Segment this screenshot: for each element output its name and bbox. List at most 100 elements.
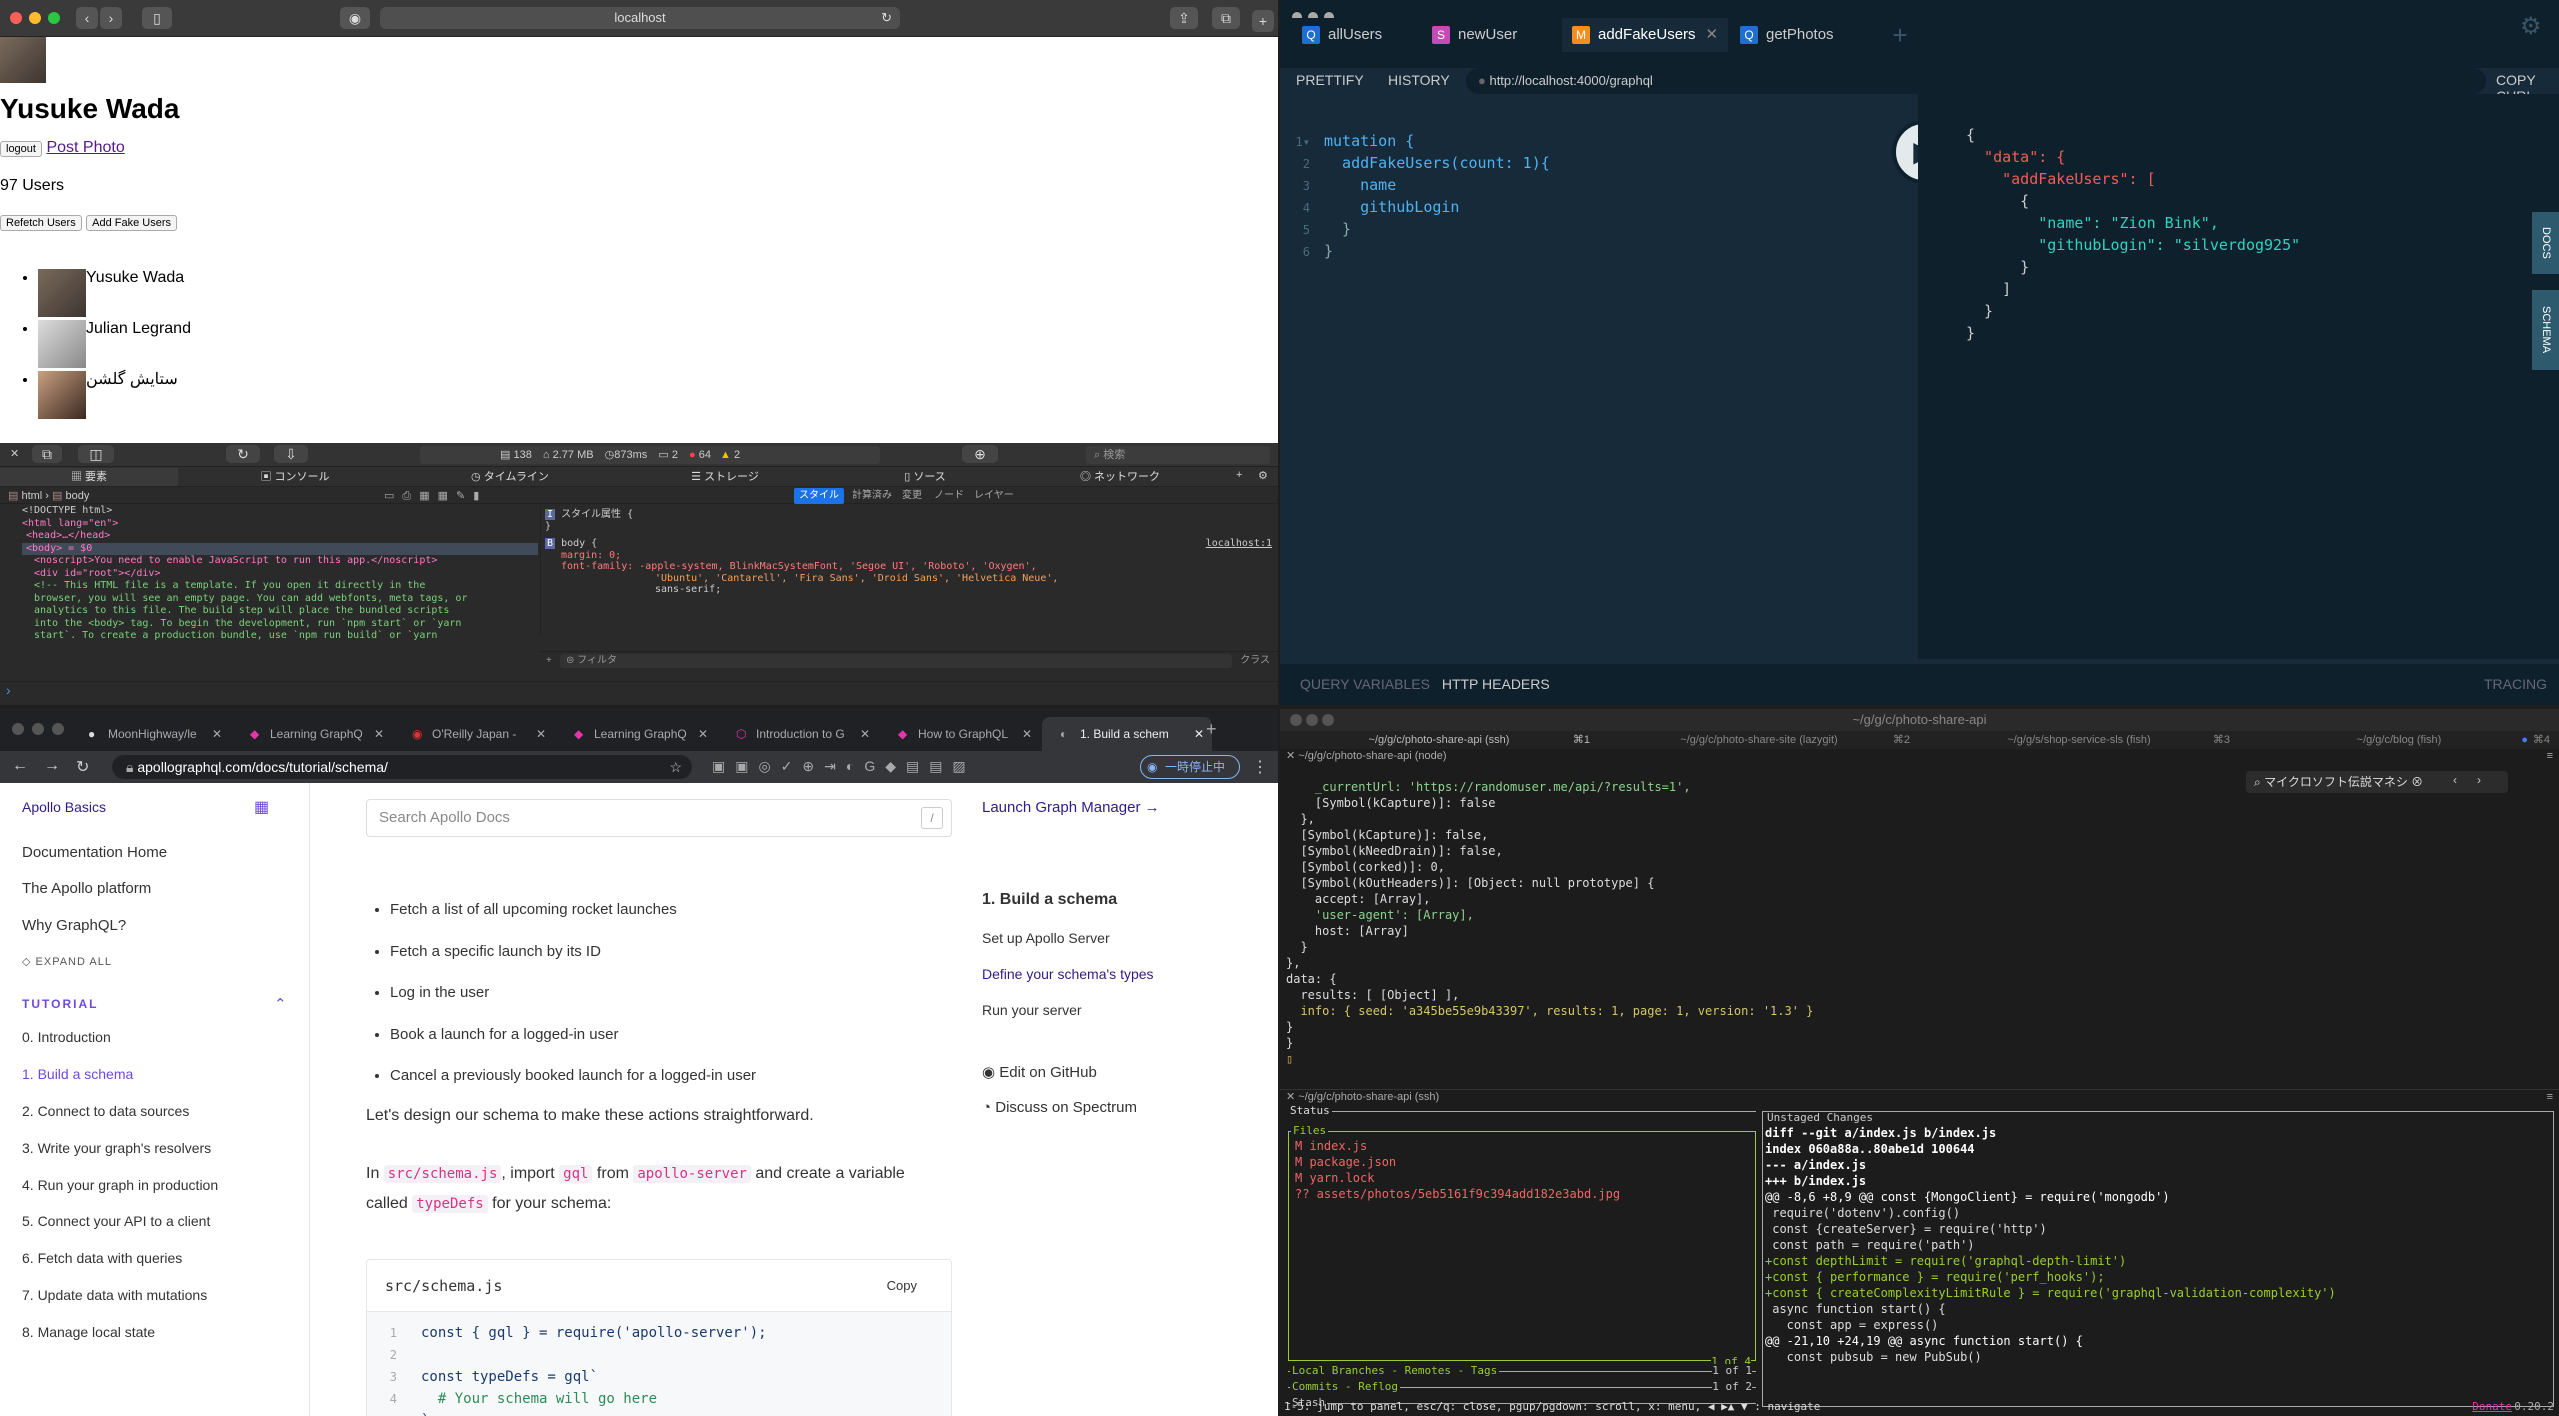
sidebar-link[interactable]: Why GraphQL? xyxy=(22,917,126,934)
sidebar-item[interactable]: 8. Manage local state xyxy=(22,1324,155,1340)
class-toggle[interactable]: クラス xyxy=(1240,652,1270,670)
tabs-icon[interactable]: ⧉ xyxy=(1212,7,1240,29)
tab-elements[interactable]: ▦ 要素 xyxy=(0,468,178,486)
file-item[interactable]: M package.json xyxy=(1295,1154,1755,1170)
tab-node[interactable]: ノード xyxy=(934,488,964,504)
browser-tab-active[interactable]: ◐ 1. Build a schem ✕ xyxy=(1042,717,1212,751)
forward-icon[interactable]: → xyxy=(44,757,60,775)
reload-icon[interactable]: ↻ xyxy=(881,7,892,29)
dom-tools-icons[interactable]: ▭⎙▦▦✎▮ xyxy=(384,488,487,504)
breadcrumb-body[interactable]: body xyxy=(66,490,90,502)
dom-line[interactable]: <div id="root"></div> xyxy=(22,568,538,581)
endpoint-input[interactable]: ● http://localhost:4000/graphql xyxy=(1466,68,2486,94)
toc-item-active[interactable]: Define your schema's types xyxy=(982,966,1154,982)
copy-button[interactable]: Copy xyxy=(887,1260,917,1312)
close-pane-icon[interactable]: ✕ xyxy=(1286,750,1295,762)
add-fake-users-button[interactable]: Add Fake Users xyxy=(86,215,178,231)
tab-getphotos[interactable]: QgetPhotos xyxy=(1730,18,1870,52)
lazygit-status[interactable]: Status xyxy=(1288,1104,1756,1127)
tab-console[interactable]: ▣ コンソール xyxy=(180,468,410,486)
chevron-up-icon[interactable]: ⌃ xyxy=(274,995,287,1013)
sidebar-item[interactable]: 6. Fetch data with queries xyxy=(22,1250,182,1266)
logout-button[interactable]: logout xyxy=(0,141,42,157)
sidebar-item[interactable]: 7. Update data with mutations xyxy=(22,1287,207,1303)
sidebar-item[interactable]: 2. Connect to data sources xyxy=(22,1103,189,1119)
forward-icon[interactable]: › xyxy=(100,7,122,29)
launch-graph-manager-link[interactable]: Launch Graph Manager → xyxy=(982,799,1160,816)
donate-link[interactable]: Donate xyxy=(2472,1400,2512,1414)
lazygit-commits[interactable]: Commits - Reflog 1 of 2 xyxy=(1288,1380,1756,1393)
browser-tab[interactable]: ◆ How to GraphQL ✕ xyxy=(880,717,1040,751)
file-item[interactable]: M index.js xyxy=(1295,1138,1755,1154)
settings-icon[interactable]: ⚙ xyxy=(1258,469,1268,482)
file-item[interactable]: M yarn.lock xyxy=(1295,1170,1755,1186)
close-tab-icon[interactable]: ✕ xyxy=(212,717,222,751)
close-inspector-icon[interactable]: ✕ xyxy=(10,447,19,460)
download-icon[interactable]: ⇩ xyxy=(274,445,308,463)
back-icon[interactable]: ← xyxy=(12,757,28,775)
docs-search-input[interactable]: Search Apollo Docs / xyxy=(366,799,952,837)
find-next-icon[interactable]: › xyxy=(2477,773,2481,787)
zoom-window-button[interactable] xyxy=(48,12,60,24)
toc-item[interactable]: Run your server xyxy=(982,1002,1082,1018)
find-prev-icon[interactable]: ‹ xyxy=(2453,773,2457,787)
tutorial-section[interactable]: TUTORIAL xyxy=(22,997,98,1011)
style-filter-input[interactable]: ⊜ フィルタ xyxy=(560,654,1232,668)
lazygit-files[interactable]: Files M index.js M package.json M yarn.l… xyxy=(1288,1124,1756,1368)
minimize-window-button[interactable] xyxy=(1306,714,1318,726)
lazygit-diff[interactable]: Unstaged Changes diff --git a/index.js b… xyxy=(1762,1111,2554,1407)
dom-line[interactable]: <noscript>You need to enable JavaScript … xyxy=(22,555,538,568)
sidebar-brand[interactable]: Apollo Basics xyxy=(22,799,106,815)
tracing-tab[interactable]: TRACING xyxy=(2484,664,2547,705)
close-pane-icon[interactable]: ✕ xyxy=(1286,1091,1295,1103)
discuss-spectrum-link[interactable]: ◔ Discuss on Spectrum xyxy=(982,1099,1137,1116)
expand-all-button[interactable]: ◇ EXPAND ALL xyxy=(22,955,112,968)
inspector-search[interactable]: ⌕ 検索 xyxy=(1086,446,1270,464)
refetch-users-button[interactable]: Refetch Users xyxy=(0,215,82,231)
profile-paused-button[interactable]: ◉ 一時停止中 xyxy=(1140,755,1240,779)
close-tab-icon[interactable]: ✕ xyxy=(698,717,708,751)
tab-changes[interactable]: 変更 xyxy=(902,488,922,504)
share-icon[interactable]: ⇪ xyxy=(1170,7,1198,29)
add-rule-icon[interactable]: + xyxy=(546,655,552,666)
edit-github-link[interactable]: ◉ Edit on GitHub xyxy=(982,1063,1097,1081)
sidebar-icon[interactable]: ▯ xyxy=(142,7,172,29)
tab-storage[interactable]: ☰ ストレージ xyxy=(610,468,840,486)
address-bar[interactable]: localhost ↻ xyxy=(380,7,900,29)
omnibox[interactable]: 🔒︎ apollographql.com/docs/tutorial/schem… xyxy=(112,755,692,779)
docs-tab[interactable]: DOCS xyxy=(2532,212,2559,274)
browser-tab[interactable]: ◆ Learning GraphQ ✕ xyxy=(232,717,392,751)
close-tab-icon[interactable]: ✕ xyxy=(1706,26,1719,43)
close-tab-icon[interactable]: ✕ xyxy=(1194,717,1204,751)
close-tab-icon[interactable]: ✕ xyxy=(1022,717,1032,751)
pane-menu-icon[interactable]: ≡ xyxy=(2547,1090,2553,1104)
query-variables-tab[interactable]: QUERY VARIABLES xyxy=(1300,676,1430,692)
tab-newuser[interactable]: SnewUser xyxy=(1422,18,1552,52)
layout-icon[interactable]: ◫ xyxy=(78,445,114,463)
clear-icon[interactable]: ⊗ xyxy=(2411,775,2423,789)
sidebar-link[interactable]: The Apollo platform xyxy=(22,880,151,897)
extension-icons[interactable]: ▣▣◎✓⊕⇥◐G◆▤▤▨ xyxy=(712,758,1132,776)
dom-line[interactable]: <!DOCTYPE html> xyxy=(22,505,538,518)
new-tab-icon[interactable]: + xyxy=(1206,719,1217,740)
close-window-button[interactable] xyxy=(1290,714,1302,726)
terminal-tab[interactable]: ~/g/g/c/photo-share-api (ssh) ⌘1 xyxy=(1280,731,1598,749)
rule-source-link[interactable]: localhost:1 xyxy=(1206,538,1272,550)
minimize-window-button[interactable] xyxy=(29,12,41,24)
close-tab-icon[interactable]: ✕ xyxy=(860,717,870,751)
toc-item[interactable]: Set up Apollo Server xyxy=(982,930,1110,946)
tab-addfakeusers[interactable]: MaddFakeUsers ✕ xyxy=(1562,18,1728,52)
pane-menu-icon[interactable]: ≡ xyxy=(2547,749,2553,763)
tab-network[interactable]: ◎ ネットワーク xyxy=(1010,468,1230,486)
close-window-button[interactable] xyxy=(12,723,24,735)
dom-line[interactable]: <html lang="en"> xyxy=(22,518,538,531)
browser-tab[interactable]: ◆ Learning GraphQ ✕ xyxy=(556,717,716,751)
reload-icon[interactable]: ↻ xyxy=(76,757,89,777)
browser-tab[interactable]: ◉ O'Reilly Japan - ✕ xyxy=(394,717,554,751)
terminal-tab[interactable]: ~/g/g/c/photo-share-site (lazygit) ⌘2 xyxy=(1600,731,1918,749)
sidebar-item-active[interactable]: 1. Build a schema xyxy=(22,1066,133,1082)
close-window-button[interactable] xyxy=(10,12,22,24)
minimize-window-button[interactable] xyxy=(32,723,44,735)
tab-timeline[interactable]: ◷ タイムライン xyxy=(410,468,610,486)
zoom-window-button[interactable] xyxy=(52,723,64,735)
